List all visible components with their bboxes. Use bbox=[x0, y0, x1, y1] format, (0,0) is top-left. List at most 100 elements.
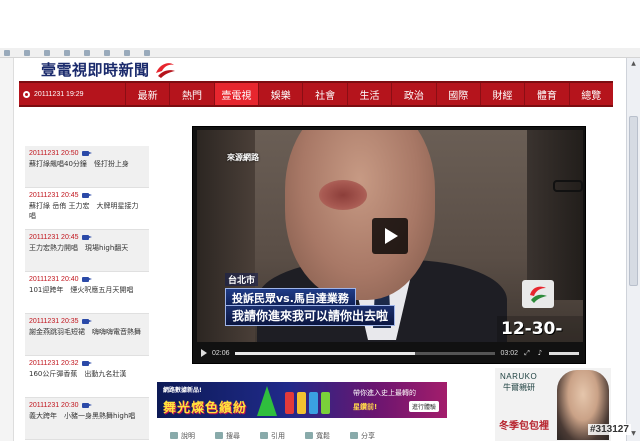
bottom-bar-item[interactable]: 說明 bbox=[170, 430, 195, 441]
favicon-icon bbox=[24, 49, 30, 56]
news-title[interactable]: 義大跨年 小豬一身黑熱舞high唱 bbox=[29, 411, 145, 421]
bottom-bar-item[interactable]: 寬鬆 bbox=[305, 430, 330, 441]
video-frame[interactable]: 來源網路 台北市 投訴民眾vs.馬自達業務 我請你進來我可以請你出去啦 12-3… bbox=[197, 130, 583, 342]
list-item[interactable]: 20111231 20:35 謝金燕跳羽毛短裙 嗨嗨嗨電音熱舞 bbox=[25, 314, 149, 356]
share-icon bbox=[215, 432, 223, 439]
navbar-datetime: 20111231 19:29 bbox=[19, 90, 125, 98]
fullscreen-icon[interactable]: ⤢ bbox=[523, 349, 531, 357]
bookmark-item[interactable] bbox=[104, 49, 110, 56]
news-time: 20111231 20:32 bbox=[29, 360, 145, 367]
video-camera-icon bbox=[81, 403, 92, 408]
share-icon bbox=[170, 432, 178, 439]
bookmark-item[interactable] bbox=[44, 49, 50, 56]
news-title[interactable]: 蘇打綠飆唱40分鐘 怪打扮上身 bbox=[29, 159, 145, 169]
news-title[interactable]: 160公斤彈香蕉 出動九名壯漢 bbox=[29, 369, 145, 379]
video-caption-line2: 我請你進來我可以請你出去啦 bbox=[225, 305, 396, 326]
bookmark-item[interactable] bbox=[144, 49, 150, 56]
channel-logo-icon bbox=[522, 280, 554, 308]
list-item[interactable]: 20111231 20:40 101迎跨年 煙火呎應五月天開唱 bbox=[25, 272, 149, 314]
nav-item[interactable]: 社會 bbox=[302, 83, 346, 105]
banner-right-line1: 帶你進入史上最轉的 bbox=[353, 389, 416, 397]
news-time: 20111231 20:45 bbox=[29, 234, 145, 241]
favicon-icon bbox=[84, 49, 90, 56]
nav-item[interactable]: 娛樂 bbox=[258, 83, 302, 105]
bookmarks-bar bbox=[0, 48, 640, 58]
bottom-bar-item[interactable]: 引用 bbox=[260, 430, 285, 441]
nav-item[interactable]: 國際 bbox=[435, 83, 480, 105]
news-time: 20111231 20:45 bbox=[29, 192, 145, 199]
favicon-icon bbox=[44, 49, 50, 56]
bottom-bar-label: 搜尋 bbox=[226, 431, 240, 440]
nav-item[interactable]: 熱門 bbox=[169, 83, 213, 105]
nav-item[interactable]: 財經 bbox=[479, 83, 524, 105]
video-mouth bbox=[319, 180, 367, 210]
bottom-bar-item[interactable]: 分享 bbox=[350, 430, 375, 441]
news-title[interactable]: 蘇打綠 岳侑 王力宏 大牌明星接力唱 bbox=[29, 201, 145, 221]
video-location: 台北市 bbox=[225, 273, 259, 286]
video-face bbox=[285, 130, 435, 300]
scrollbar-thumb[interactable] bbox=[629, 116, 638, 286]
volume-icon[interactable]: ♪ bbox=[536, 349, 544, 357]
vertical-scrollbar[interactable]: ▲ ▼ bbox=[626, 58, 640, 441]
nav-item[interactable]: 生活 bbox=[346, 83, 391, 105]
nav-item[interactable]: 體育 bbox=[524, 83, 568, 105]
news-title[interactable]: 王力宏熱力開唱 現場high翻天 bbox=[29, 243, 145, 253]
nav-item[interactable]: 總覽 bbox=[568, 83, 613, 105]
video-camera-icon bbox=[81, 319, 92, 324]
news-title[interactable]: 101迎跨年 煙火呎應五月天開唱 bbox=[29, 285, 145, 295]
can-icon bbox=[285, 392, 294, 414]
seek-bar[interactable] bbox=[234, 351, 496, 355]
news-time: 20111231 20:30 bbox=[29, 402, 145, 409]
list-item[interactable]: 20111231 20:50 蘇打綠飆唱40分鐘 怪打扮上身 bbox=[25, 146, 149, 188]
list-item[interactable]: 20111231 20:45 王力宏熱力開唱 現場high翻天 bbox=[25, 230, 149, 272]
main-navbar: 20111231 19:29 最新 熱門 壹電視 娛樂 社會 生活 政治 國際 財經 體育 總覽 bbox=[19, 81, 613, 107]
banner-cta-button[interactable]: 進行體驗 bbox=[409, 401, 440, 412]
bookmark-item[interactable] bbox=[24, 49, 30, 56]
banner-headline-small: 網路數據新品! bbox=[163, 387, 202, 394]
list-item[interactable]: 20111231 20:30 義大跨年 小豬一身黑熱舞high唱 bbox=[25, 398, 149, 440]
news-time: 20111231 20:50 bbox=[29, 150, 145, 157]
video-camera-icon bbox=[81, 277, 92, 282]
bookmark-item[interactable] bbox=[84, 49, 90, 56]
video-bystander bbox=[527, 130, 583, 300]
page-content: 壹電視即時新聞 20111231 19:29 最新 熱門 壹電視 娛樂 社會 生活 政治 國際… bbox=[15, 58, 626, 441]
window-frame-left bbox=[0, 58, 14, 441]
share-icon bbox=[350, 432, 358, 439]
nav-item[interactable]: 壹電視 bbox=[213, 83, 259, 105]
news-title[interactable]: 謝金燕跳羽毛短裙 嗨嗨嗨電音熱舞 bbox=[29, 327, 145, 337]
site-logo[interactable]: 壹電視即時新聞 bbox=[41, 58, 176, 80]
video-camera-icon bbox=[81, 151, 92, 156]
seek-bar-fill bbox=[234, 351, 415, 355]
banner-right-line2: 星鑽前! bbox=[353, 403, 378, 411]
video-source-label: 來源網路 bbox=[227, 153, 259, 162]
news-time-text: 20111231 20:45 bbox=[29, 192, 79, 199]
watermark: #313127 bbox=[588, 424, 631, 435]
video-player[interactable]: 來源網路 台北市 投訴民眾vs.馬自達業務 我請你進來我可以請你出去啦 12-3… bbox=[192, 126, 586, 364]
favicon-icon bbox=[124, 49, 130, 56]
news-time-text: 20111231 20:50 bbox=[29, 150, 79, 157]
play-overlay-button[interactable] bbox=[372, 218, 408, 254]
bookmark-item[interactable] bbox=[4, 49, 10, 56]
nav-items: 最新 熱門 壹電視 娛樂 社會 生活 政治 國際 財經 體育 總覽 bbox=[125, 83, 613, 105]
can-icon bbox=[297, 392, 306, 414]
news-time-text: 20111231 20:40 bbox=[29, 276, 79, 283]
bottom-bar-label: 分享 bbox=[361, 431, 375, 440]
ad-subtitle: 牛爾親研 bbox=[503, 383, 535, 392]
scroll-up-icon[interactable]: ▲ bbox=[629, 60, 638, 68]
record-dot-icon bbox=[23, 90, 30, 98]
list-item[interactable]: 20111231 20:32 160公斤彈香蕉 出動九名壯漢 bbox=[25, 356, 149, 398]
nav-item[interactable]: 最新 bbox=[125, 83, 169, 105]
banner-ad[interactable]: 網路數據新品! 舞光燦色繽紛 帶你進入史上最轉的 星鑽前! 進行體驗 bbox=[157, 382, 447, 418]
nav-item[interactable]: 政治 bbox=[391, 83, 435, 105]
bottom-bar-item[interactable]: 搜尋 bbox=[215, 430, 240, 441]
news-time-text: 20111231 20:35 bbox=[29, 318, 79, 325]
list-item[interactable]: 20111231 20:45 蘇打綠 岳侑 王力宏 大牌明星接力唱 bbox=[25, 188, 149, 230]
news-time-text: 20111231 20:45 bbox=[29, 234, 79, 241]
share-icon bbox=[305, 432, 313, 439]
news-time-text: 20111231 20:32 bbox=[29, 360, 79, 367]
current-time: 02:06 bbox=[212, 349, 230, 357]
volume-slider[interactable] bbox=[549, 351, 579, 355]
bookmark-item[interactable] bbox=[64, 49, 70, 56]
bookmark-item[interactable] bbox=[124, 49, 130, 56]
play-icon[interactable] bbox=[201, 349, 207, 357]
